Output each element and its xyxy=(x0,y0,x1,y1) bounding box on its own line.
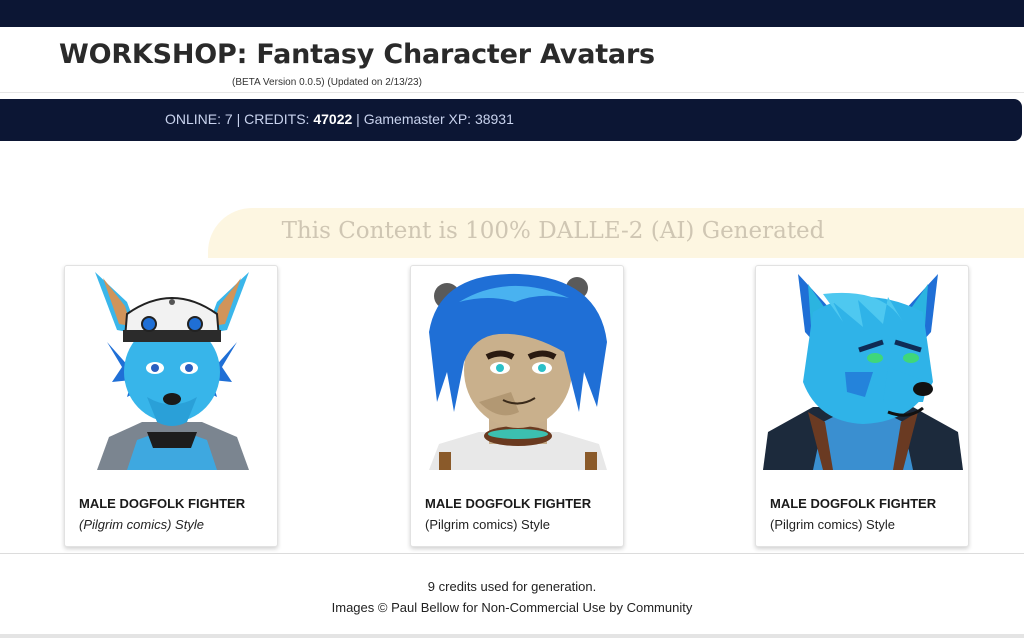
card-style: (Pilgrim comics) Style xyxy=(425,517,550,532)
ai-generated-banner: This Content is 100% DALLE-2 (AI) Genera… xyxy=(208,208,1024,258)
stats-text: ONLINE: 7 | CREDITS: 47022 | Gamemaster … xyxy=(165,111,514,127)
card-style: (Pilgrim comics) Style xyxy=(770,517,895,532)
gamemaster-xp-label: | Gamemaster XP: 38931 xyxy=(352,111,514,127)
top-nav-bar xyxy=(0,0,1024,27)
page-title: WORKSHOP: Fantasy Character Avatars xyxy=(59,39,655,70)
avatar-card[interactable]: MALE DOGFOLK FIGHTER (Pilgrim comics) St… xyxy=(64,265,278,547)
avatar-card[interactable]: MALE DOGFOLK FIGHTER (Pilgrim comics) St… xyxy=(755,265,969,547)
online-credits-label: ONLINE: 7 | CREDITS: xyxy=(165,111,314,127)
card-title: MALE DOGFOLK FIGHTER xyxy=(425,496,592,511)
version-info: (BETA Version 0.0.5) (Updated on 2/13/23… xyxy=(232,77,422,88)
bottom-divider xyxy=(0,634,1024,638)
dogfolk-avatar-1-image[interactable] xyxy=(65,272,279,472)
card-style: (Pilgrim comics) Style xyxy=(79,517,204,532)
page-header: WORKSHOP: Fantasy Character Avatars (BET… xyxy=(0,27,1024,93)
stats-bar: ONLINE: 7 | CREDITS: 47022 | Gamemaster … xyxy=(0,99,1022,141)
dogfolk-avatar-3-image[interactable] xyxy=(756,272,970,472)
credits-used-text: 9 credits used for generation. xyxy=(427,579,597,594)
card-title: MALE DOGFOLK FIGHTER xyxy=(770,496,937,511)
card-title: MALE DOGFOLK FIGHTER xyxy=(79,496,246,511)
dogfolk-avatar-2-image[interactable] xyxy=(411,272,625,472)
credits-value: 47022 xyxy=(313,111,353,127)
avatar-card[interactable]: MALE DOGFOLK FIGHTER (Pilgrim comics) St… xyxy=(410,265,624,547)
page-footer: 9 credits used for generation. Images © … xyxy=(0,553,1024,638)
ai-generated-notice: This Content is 100% DALLE-2 (AI) Genera… xyxy=(281,218,825,244)
copyright-text: Images © Paul Bellow for Non-Commercial … xyxy=(331,600,693,615)
